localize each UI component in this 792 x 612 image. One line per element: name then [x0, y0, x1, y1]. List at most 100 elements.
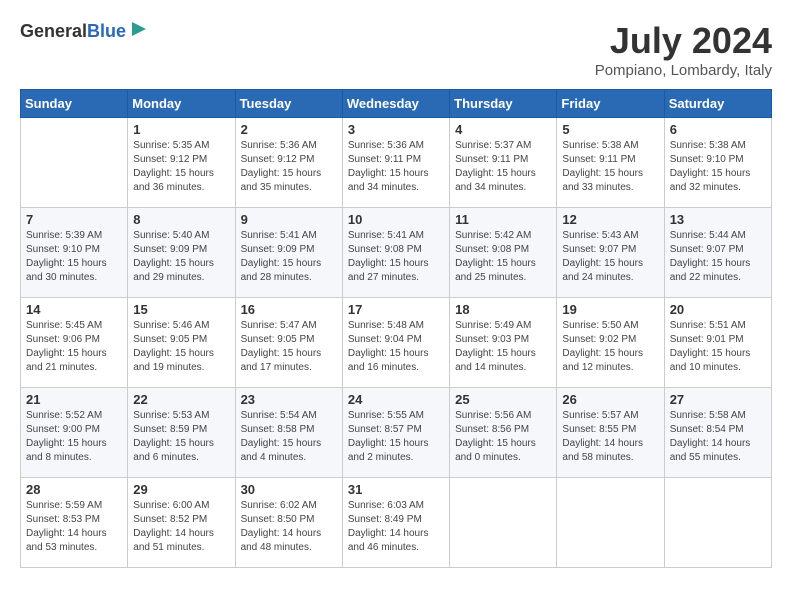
day-number: 27	[670, 392, 766, 407]
day-info: Sunrise: 5:56 AM Sunset: 8:56 PM Dayligh…	[455, 409, 551, 465]
day-number: 17	[348, 302, 444, 317]
calendar-header-row: SundayMondayTuesdayWednesdayThursdayFrid…	[21, 90, 772, 118]
calendar-cell: 22 Sunrise: 5:53 AM Sunset: 8:59 PM Dayli…	[128, 388, 235, 478]
day-number: 19	[562, 302, 658, 317]
calendar-cell: 23Sunrise: 5:54 AM Sunset: 8:58 PM Dayli…	[235, 388, 342, 478]
title-block: July 2024 Pompiano, Lombardy, Italy	[595, 20, 772, 79]
logo-blue: Blue	[87, 21, 126, 41]
day-info: Sunrise: 5:36 AM Sunset: 9:11 PM Dayligh…	[348, 139, 444, 195]
day-number: 3	[348, 122, 444, 137]
day-number: 21	[26, 392, 122, 407]
weekday-header-saturday: Saturday	[664, 90, 771, 118]
weekday-header-sunday: Sunday	[21, 90, 128, 118]
calendar-cell: 29 Sunrise: 6:00 AM Sunset: 8:52 PM Dayli…	[128, 478, 235, 568]
day-number: 26	[562, 392, 658, 407]
day-number: 16	[241, 302, 337, 317]
calendar-cell: 12 Sunrise: 5:43 AM Sunset: 9:07 PM Dayli…	[557, 208, 664, 298]
day-number: 22	[133, 392, 229, 407]
day-info: Sunrise: 5:49 AM Sunset: 9:03 PM Dayligh…	[455, 319, 551, 375]
day-number: 4	[455, 122, 551, 137]
calendar-cell: 31 Sunrise: 6:03 AM Sunset: 8:49 PM Dayli…	[342, 478, 449, 568]
calendar-cell: 28Sunrise: 5:59 AM Sunset: 8:53 PM Dayli…	[21, 478, 128, 568]
month-year-title: July 2024	[595, 20, 772, 62]
calendar-cell: 24 Sunrise: 5:55 AM Sunset: 8:57 PM Dayli…	[342, 388, 449, 478]
day-info: Sunrise: 5:38 AM Sunset: 9:11 PM Dayligh…	[562, 139, 658, 195]
calendar-cell: 13Sunrise: 5:44 AM Sunset: 9:07 PM Dayli…	[664, 208, 771, 298]
day-info: Sunrise: 5:47 AM Sunset: 9:05 PM Dayligh…	[241, 319, 337, 375]
day-info: Sunrise: 5:53 AM Sunset: 8:59 PM Dayligh…	[133, 409, 229, 465]
day-info: Sunrise: 5:37 AM Sunset: 9:11 PM Dayligh…	[455, 139, 551, 195]
calendar-cell	[21, 118, 128, 208]
calendar-week-row: 21 Sunrise: 5:52 AM Sunset: 9:00 PM Dayli…	[21, 388, 772, 478]
logo: GeneralBlue	[20, 20, 148, 43]
day-number: 7	[26, 212, 122, 227]
day-info: Sunrise: 5:55 AM Sunset: 8:57 PM Dayligh…	[348, 409, 444, 465]
weekday-header-tuesday: Tuesday	[235, 90, 342, 118]
day-number: 14	[26, 302, 122, 317]
calendar-cell: 3 Sunrise: 5:36 AM Sunset: 9:11 PM Daylig…	[342, 118, 449, 208]
day-info: Sunrise: 5:46 AM Sunset: 9:05 PM Dayligh…	[133, 319, 229, 375]
day-info: Sunrise: 6:03 AM Sunset: 8:49 PM Dayligh…	[348, 499, 444, 555]
day-info: Sunrise: 5:39 AM Sunset: 9:10 PM Dayligh…	[26, 229, 122, 285]
day-number: 20	[670, 302, 766, 317]
calendar-cell: 2Sunrise: 5:36 AM Sunset: 9:12 PM Daylig…	[235, 118, 342, 208]
day-info: Sunrise: 5:48 AM Sunset: 9:04 PM Dayligh…	[348, 319, 444, 375]
day-info: Sunrise: 6:02 AM Sunset: 8:50 PM Dayligh…	[241, 499, 337, 555]
day-info: Sunrise: 5:38 AM Sunset: 9:10 PM Dayligh…	[670, 139, 766, 195]
calendar-week-row: 1 Sunrise: 5:35 AM Sunset: 9:12 PM Daylig…	[21, 118, 772, 208]
calendar-cell: 18 Sunrise: 5:49 AM Sunset: 9:03 PM Dayli…	[450, 298, 557, 388]
weekday-header-thursday: Thursday	[450, 90, 557, 118]
location-subtitle: Pompiano, Lombardy, Italy	[595, 62, 772, 79]
logo-general: General	[20, 21, 87, 41]
day-number: 6	[670, 122, 766, 137]
calendar-cell: 1 Sunrise: 5:35 AM Sunset: 9:12 PM Daylig…	[128, 118, 235, 208]
day-number: 1	[133, 122, 229, 137]
calendar-cell: 9Sunrise: 5:41 AM Sunset: 9:09 PM Daylig…	[235, 208, 342, 298]
day-info: Sunrise: 6:00 AM Sunset: 8:52 PM Dayligh…	[133, 499, 229, 555]
logo-arrow-icon	[130, 20, 148, 38]
calendar-cell: 25 Sunrise: 5:56 AM Sunset: 8:56 PM Dayli…	[450, 388, 557, 478]
day-number: 29	[133, 482, 229, 497]
day-number: 25	[455, 392, 551, 407]
day-number: 12	[562, 212, 658, 227]
day-info: Sunrise: 5:52 AM Sunset: 9:00 PM Dayligh…	[26, 409, 122, 465]
calendar-cell: 21 Sunrise: 5:52 AM Sunset: 9:00 PM Dayli…	[21, 388, 128, 478]
day-info: Sunrise: 5:43 AM Sunset: 9:07 PM Dayligh…	[562, 229, 658, 285]
calendar-cell	[664, 478, 771, 568]
calendar-cell: 30 Sunrise: 6:02 AM Sunset: 8:50 PM Dayli…	[235, 478, 342, 568]
calendar-week-row: 7 Sunrise: 5:39 AM Sunset: 9:10 PM Daylig…	[21, 208, 772, 298]
day-number: 18	[455, 302, 551, 317]
day-info: Sunrise: 5:41 AM Sunset: 9:08 PM Dayligh…	[348, 229, 444, 285]
calendar-cell: 4 Sunrise: 5:37 AM Sunset: 9:11 PM Daylig…	[450, 118, 557, 208]
weekday-header-wednesday: Wednesday	[342, 90, 449, 118]
calendar-cell: 10 Sunrise: 5:41 AM Sunset: 9:08 PM Dayli…	[342, 208, 449, 298]
day-number: 30	[241, 482, 337, 497]
day-number: 31	[348, 482, 444, 497]
day-info: Sunrise: 5:42 AM Sunset: 9:08 PM Dayligh…	[455, 229, 551, 285]
calendar-cell: 16 Sunrise: 5:47 AM Sunset: 9:05 PM Dayli…	[235, 298, 342, 388]
day-info: Sunrise: 5:35 AM Sunset: 9:12 PM Dayligh…	[133, 139, 229, 195]
calendar-cell: 20 Sunrise: 5:51 AM Sunset: 9:01 PM Dayli…	[664, 298, 771, 388]
calendar-cell: 11 Sunrise: 5:42 AM Sunset: 9:08 PM Dayli…	[450, 208, 557, 298]
calendar-week-row: 14Sunrise: 5:45 AM Sunset: 9:06 PM Dayli…	[21, 298, 772, 388]
day-number: 24	[348, 392, 444, 407]
day-number: 11	[455, 212, 551, 227]
calendar-cell: 27Sunrise: 5:58 AM Sunset: 8:54 PM Dayli…	[664, 388, 771, 478]
calendar-week-row: 28Sunrise: 5:59 AM Sunset: 8:53 PM Dayli…	[21, 478, 772, 568]
weekday-header-friday: Friday	[557, 90, 664, 118]
day-info: Sunrise: 5:40 AM Sunset: 9:09 PM Dayligh…	[133, 229, 229, 285]
calendar-cell: 15Sunrise: 5:46 AM Sunset: 9:05 PM Dayli…	[128, 298, 235, 388]
calendar-cell: 17 Sunrise: 5:48 AM Sunset: 9:04 PM Dayli…	[342, 298, 449, 388]
day-number: 13	[670, 212, 766, 227]
calendar-cell: 14Sunrise: 5:45 AM Sunset: 9:06 PM Dayli…	[21, 298, 128, 388]
calendar-cell: 7 Sunrise: 5:39 AM Sunset: 9:10 PM Daylig…	[21, 208, 128, 298]
calendar-cell	[557, 478, 664, 568]
day-info: Sunrise: 5:54 AM Sunset: 8:58 PM Dayligh…	[241, 409, 337, 465]
calendar-cell: 8 Sunrise: 5:40 AM Sunset: 9:09 PM Daylig…	[128, 208, 235, 298]
day-info: Sunrise: 5:59 AM Sunset: 8:53 PM Dayligh…	[26, 499, 122, 555]
day-info: Sunrise: 5:57 AM Sunset: 8:55 PM Dayligh…	[562, 409, 658, 465]
day-info: Sunrise: 5:51 AM Sunset: 9:01 PM Dayligh…	[670, 319, 766, 375]
day-number: 10	[348, 212, 444, 227]
day-number: 8	[133, 212, 229, 227]
calendar-table: SundayMondayTuesdayWednesdayThursdayFrid…	[20, 89, 772, 568]
